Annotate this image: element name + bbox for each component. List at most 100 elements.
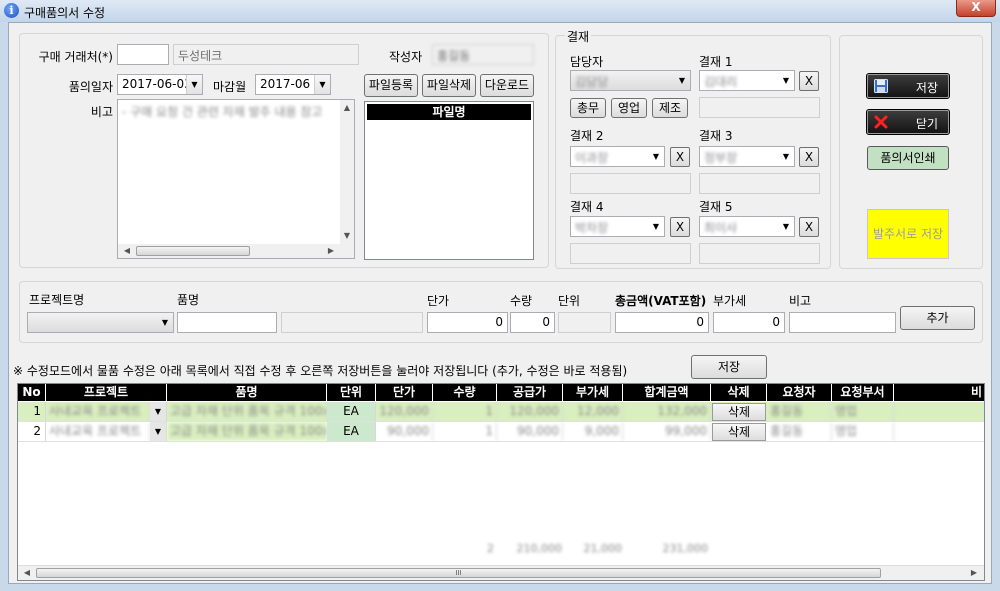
col-header-total: 합계금액 <box>623 384 711 401</box>
download-button[interactable]: 다운로드 <box>480 74 534 97</box>
closing-month-label: 마감월 <box>213 80 247 94</box>
save-as-order-button[interactable]: 발주서로 저장 <box>867 209 949 259</box>
cell-item[interactable]: 고급 자재 단위 품목 규격 100x100 <box>167 402 327 421</box>
cell-qty[interactable]: 1 <box>433 402 497 421</box>
chevron-down-icon[interactable]: ▼ <box>155 427 161 436</box>
cell-item[interactable]: 고급 자재 단위 품목 규격 100x50 <box>167 422 327 441</box>
chevron-down-icon[interactable]: ▼ <box>648 147 664 166</box>
cell-project-dropdown[interactable]: ▼ <box>150 402 167 421</box>
approval-5-select[interactable]: 최이사 ▼ <box>699 216 795 237</box>
approval-1-clear-button[interactable]: X <box>799 71 819 91</box>
cell-requester[interactable]: 홍길동 <box>767 402 832 421</box>
scroll-right-icon[interactable]: ▶ <box>324 245 338 257</box>
approval-4-value: 박차장 <box>575 221 609 235</box>
approval-5-value: 최이사 <box>704 221 738 235</box>
chevron-down-icon[interactable]: ▼ <box>648 217 664 236</box>
file-register-button[interactable]: 파일등록 <box>364 74 418 97</box>
table-row[interactable]: 2 사내교육 프로젝트 ▼ 고급 자재 단위 품목 규격 100x50 EA 9… <box>18 422 984 442</box>
file-delete-button[interactable]: 파일삭제 <box>422 74 476 97</box>
save-button-label: 저장 <box>915 81 938 95</box>
cell-unit[interactable]: EA <box>327 422 376 441</box>
unit-input <box>558 312 611 333</box>
cell-price[interactable]: 90,000 <box>376 422 433 441</box>
date-picker[interactable]: 2017-06-03 ▼ <box>117 74 203 95</box>
approval-1-select[interactable]: 김대리 ▼ <box>699 70 795 91</box>
scroll-down-icon[interactable]: ▼ <box>340 230 354 242</box>
cell-project[interactable]: 사내교육 프로젝트 <box>46 422 150 441</box>
window-close-button[interactable]: X <box>956 0 996 17</box>
note-vscroll[interactable]: ▲ ▼ <box>340 100 354 244</box>
chevron-down-icon[interactable]: ▼ <box>314 75 330 94</box>
manager-label: 담당자 <box>570 55 604 69</box>
cell-unit[interactable]: EA <box>327 402 376 421</box>
cell-requester[interactable]: 홍길동 <box>767 422 832 441</box>
row-delete-button[interactable]: 삭제 <box>712 423 766 441</box>
note-hscroll-thumb[interactable] <box>136 246 250 256</box>
save-button[interactable]: 저장 <box>866 73 950 99</box>
closing-month-value: 2017-06 <box>260 77 311 91</box>
table-row[interactable]: 1 사내교육 프로젝트 ▼ 고급 자재 단위 품목 규격 100x100 EA … <box>18 402 984 422</box>
total-amount-label: 총금액(VAT포함) <box>615 294 707 308</box>
col-header-dept: 요청부서 <box>832 384 894 401</box>
dept-button-manufacturing[interactable]: 제조 <box>652 98 688 118</box>
closing-month-picker[interactable]: 2017-06 ▼ <box>255 74 331 95</box>
author-input: 홍길동 <box>432 44 534 65</box>
scroll-up-icon[interactable]: ▲ <box>340 102 354 114</box>
window-title: 구매품의서 수정 <box>24 6 106 20</box>
approval-2-clear-button[interactable]: X <box>670 147 690 167</box>
entry-note-input[interactable] <box>789 312 896 333</box>
grid-hscroll-thumb[interactable]: III <box>36 568 881 578</box>
close-button[interactable]: 닫기 <box>866 109 950 135</box>
chevron-down-icon[interactable]: ▼ <box>674 71 690 90</box>
vendor-code-input[interactable] <box>117 44 169 65</box>
add-item-button[interactable]: 추가 <box>900 306 975 330</box>
chevron-down-icon[interactable]: ▼ <box>186 75 202 94</box>
quantity-input[interactable]: 0 <box>510 312 555 333</box>
project-select[interactable]: ▼ <box>27 312 174 333</box>
approval-3-clear-button[interactable]: X <box>799 147 819 167</box>
unit-price-input[interactable]: 0 <box>427 312 508 333</box>
item-grid[interactable]: No 프로젝트 품명 단위 단가 수량 공급가 부가세 합계금액 삭제 요청자 … <box>17 383 985 581</box>
grid-hscroll[interactable]: ◀ III ▶ <box>18 565 984 580</box>
approval-1-note <box>699 97 820 118</box>
cell-project-dropdown[interactable]: ▼ <box>150 422 167 441</box>
total-amount-input[interactable]: 0 <box>615 312 709 333</box>
approval-3-label: 결재 3 <box>699 129 733 143</box>
vat-input[interactable]: 0 <box>713 312 785 333</box>
entry-note-label: 비고 <box>789 294 812 308</box>
row-delete-button[interactable]: 삭제 <box>712 403 766 421</box>
cell-dept[interactable]: 영업 <box>832 402 894 421</box>
approval-4-select[interactable]: 박차장 ▼ <box>570 216 665 237</box>
chevron-down-icon[interactable]: ▼ <box>778 71 794 90</box>
cell-vat: 12,000 <box>563 402 623 421</box>
date-value: 2017-06-03 <box>122 77 192 91</box>
manager-select[interactable]: 김담당 ▼ <box>570 70 691 91</box>
chevron-down-icon[interactable]: ▼ <box>778 217 794 236</box>
note-hscroll[interactable]: ◀ ▶ <box>118 244 354 258</box>
chevron-down-icon[interactable]: ▼ <box>778 147 794 166</box>
print-button[interactable]: 품의서인쇄 <box>867 146 949 170</box>
cell-project[interactable]: 사내교육 프로젝트 <box>46 402 150 421</box>
grid-save-button[interactable]: 저장 <box>691 355 767 379</box>
note-textarea[interactable]: - 구매 요청 건 관련 자재 발주 내용 참고 ▲ ▼ ◀ ▶ <box>117 99 355 259</box>
approval-2-note <box>570 173 691 194</box>
item-name-input[interactable] <box>177 312 277 333</box>
approval-2-select[interactable]: 이과장 ▼ <box>570 146 665 167</box>
dept-button-general[interactable]: 총무 <box>570 98 606 118</box>
cell-price[interactable]: 120,000 <box>376 402 433 421</box>
cell-no: 1 <box>18 402 46 421</box>
floppy-icon <box>874 79 888 93</box>
file-list[interactable]: 파일명 <box>364 101 534 260</box>
chevron-down-icon[interactable]: ▼ <box>155 407 161 416</box>
approval-3-select[interactable]: 정부장 ▼ <box>699 146 795 167</box>
cell-dept[interactable]: 영업 <box>832 422 894 441</box>
cell-supply: 90,000 <box>497 422 563 441</box>
scroll-right-icon[interactable]: ▶ <box>967 567 981 579</box>
approval-4-clear-button[interactable]: X <box>670 217 690 237</box>
cell-qty[interactable]: 1 <box>433 422 497 441</box>
scroll-left-icon[interactable]: ◀ <box>20 567 34 579</box>
dept-button-sales[interactable]: 영업 <box>611 98 647 118</box>
scroll-left-icon[interactable]: ◀ <box>120 245 134 257</box>
chevron-down-icon[interactable]: ▼ <box>157 313 173 332</box>
approval-5-clear-button[interactable]: X <box>799 217 819 237</box>
